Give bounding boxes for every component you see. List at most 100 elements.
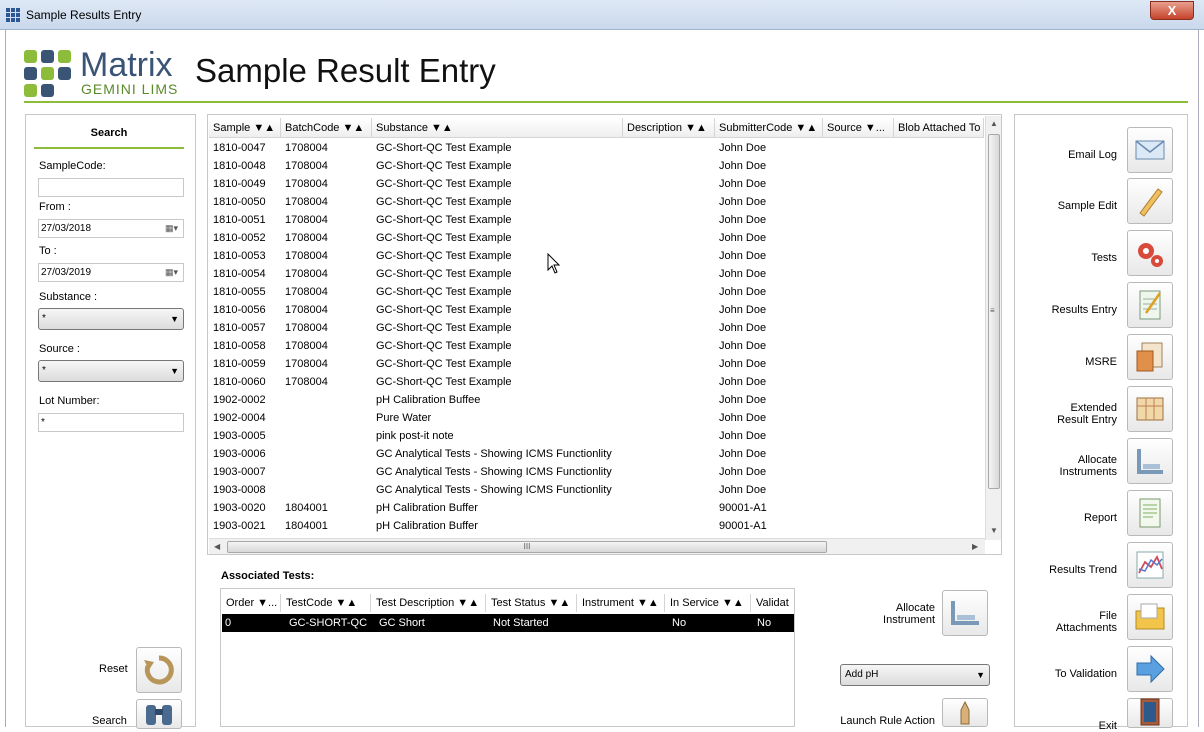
table-row[interactable]: 1810-0057 1708004 GC-Short-QC Test Example… bbox=[209, 319, 984, 337]
table-row[interactable]: 1902-0002 pH Calibration Buffee John Doe bbox=[209, 391, 984, 409]
calendar-dropdown-icon[interactable]: ▦▾ bbox=[165, 267, 181, 278]
table-row[interactable]: 1810-0055 1708004 GC-Short-QC Test Example… bbox=[209, 283, 984, 301]
cell-submittercode: 90001-A1 bbox=[719, 502, 767, 514]
cell-submittercode: John Doe bbox=[719, 466, 767, 478]
cell-sample: 1810-0050 bbox=[213, 196, 266, 208]
cell-blob bbox=[894, 391, 984, 409]
search-button[interactable] bbox=[136, 699, 182, 729]
cell-source bbox=[823, 211, 894, 229]
column-header-source[interactable]: Source ▼... bbox=[823, 118, 894, 138]
scroll-right-icon[interactable]: ▶ bbox=[972, 542, 978, 551]
table-row[interactable]: 1903-0007 GC Analytical Tests - Showing I… bbox=[209, 463, 984, 481]
actions-panel: Email Log Sample Edit Tests Results Entry MS… bbox=[1014, 114, 1188, 732]
table-row[interactable]: 1810-0060 1708004 GC-Short-QC Test Example… bbox=[209, 373, 984, 391]
cell-source bbox=[823, 499, 894, 517]
column-header-sample[interactable]: Sample ▼▲ bbox=[209, 118, 281, 138]
to-date-value: 27/03/2019 bbox=[41, 267, 92, 278]
action-button-8[interactable] bbox=[1127, 542, 1173, 588]
cell-substance: Pure Water bbox=[376, 412, 432, 424]
launch-rule-action-button[interactable] bbox=[942, 698, 988, 727]
table-row[interactable]: 1902-0004 Pure Water John Doe bbox=[209, 409, 984, 427]
cell-description bbox=[623, 301, 715, 319]
cell-blob bbox=[894, 301, 984, 319]
table-row[interactable]: 1810-0049 1708004 GC-Short-QC Test Example… bbox=[209, 175, 984, 193]
action-button-9[interactable] bbox=[1127, 594, 1173, 640]
table-row[interactable]: 1810-0056 1708004 GC-Short-QC Test Example… bbox=[209, 301, 984, 319]
vertical-scrollbar[interactable]: ▲ ≡ ▼ bbox=[985, 116, 1001, 540]
cell-submittercode: John Doe bbox=[719, 214, 767, 226]
table-row[interactable]: 1903-0008 GC Analytical Tests - Showing I… bbox=[209, 481, 984, 499]
table-row[interactable]: 1810-0050 1708004 GC-Short-QC Test Example… bbox=[209, 193, 984, 211]
cell-description bbox=[623, 463, 715, 481]
to-date-field[interactable]: 27/03/2019 ▦▾ bbox=[38, 263, 184, 282]
action-button-11[interactable] bbox=[1127, 698, 1173, 728]
action-button-3[interactable] bbox=[1127, 282, 1173, 328]
allocate-instrument-button[interactable] bbox=[942, 590, 988, 636]
horizontal-scrollbar[interactable]: ◀ III ▶ bbox=[209, 538, 985, 554]
cell-sample: 1810-0058 bbox=[213, 340, 266, 352]
cell-source bbox=[823, 265, 894, 283]
action-button-4[interactable] bbox=[1127, 334, 1173, 380]
scroll-thumb[interactable]: III bbox=[227, 541, 827, 553]
column-header-substance[interactable]: Substance ▼▲ bbox=[372, 118, 623, 138]
column-header-batchcode[interactable]: BatchCode ▼▲ bbox=[281, 118, 372, 138]
window-close-button[interactable]: X bbox=[1150, 1, 1194, 20]
report-icon bbox=[1139, 498, 1161, 528]
table-row[interactable]: 1810-0054 1708004 GC-Short-QC Test Example… bbox=[209, 265, 984, 283]
cell-blob bbox=[894, 247, 984, 265]
column-header-submittercode[interactable]: SubmitterCode ▼▲ bbox=[715, 118, 823, 138]
calendar-dropdown-icon[interactable]: ▦▾ bbox=[165, 223, 181, 234]
lot-number-input[interactable]: * bbox=[38, 413, 184, 432]
table-row[interactable]: 1903-0021 1804001 pH Calibration Buffer 900… bbox=[209, 517, 984, 535]
table-row[interactable]: 1810-0058 1708004 GC-Short-QC Test Example… bbox=[209, 337, 984, 355]
source-select[interactable]: * ▼ bbox=[38, 360, 184, 382]
table-row[interactable]: 1810-0053 1708004 GC-Short-QC Test Example… bbox=[209, 247, 984, 265]
column-header-validation[interactable]: Validat bbox=[751, 594, 794, 612]
column-header-test-status[interactable]: Test Status ▼▲ bbox=[486, 594, 577, 612]
cell-blob bbox=[894, 319, 984, 337]
scroll-up-icon[interactable]: ▲ bbox=[990, 119, 998, 128]
cell-blob bbox=[894, 211, 984, 229]
table-row[interactable]: 1810-0047 1708004 GC-Short-QC Test Example… bbox=[209, 139, 984, 157]
column-header-instrument[interactable]: Instrument ▼▲ bbox=[577, 594, 665, 612]
add-ph-select[interactable]: Add pH ▼ bbox=[840, 664, 990, 686]
cell-substance: GC-Short-QC Test Example bbox=[376, 160, 512, 172]
column-header-order[interactable]: Order ▼... bbox=[221, 594, 281, 612]
brand-name: Matrix bbox=[80, 46, 173, 84]
scroll-left-icon[interactable]: ◀ bbox=[214, 542, 220, 551]
from-date-field[interactable]: 27/03/2018 ▦▾ bbox=[38, 219, 184, 238]
sample-code-input[interactable] bbox=[38, 178, 184, 197]
table-row[interactable]: 1903-0005 pink post-it note John Doe bbox=[209, 427, 984, 445]
action-button-6[interactable] bbox=[1127, 438, 1173, 484]
table-row[interactable]: 0 GC-SHORT-QC GC Short Not Started No No bbox=[222, 614, 794, 632]
table-row[interactable]: 1903-0006 GC Analytical Tests - Showing I… bbox=[209, 445, 984, 463]
substance-select[interactable]: * ▼ bbox=[38, 308, 184, 330]
column-header-testcode[interactable]: TestCode ▼▲ bbox=[281, 594, 371, 612]
cell-source bbox=[823, 463, 894, 481]
scroll-down-icon[interactable]: ▼ bbox=[990, 526, 998, 535]
table-row[interactable]: 1810-0052 1708004 GC-Short-QC Test Example… bbox=[209, 229, 984, 247]
column-header-description[interactable]: Description ▼▲ bbox=[623, 118, 715, 138]
action-button-10[interactable] bbox=[1127, 646, 1173, 692]
action-button-5[interactable] bbox=[1127, 386, 1173, 432]
table-row[interactable]: 1810-0059 1708004 GC-Short-QC Test Example… bbox=[209, 355, 984, 373]
cell-blob bbox=[894, 499, 984, 517]
reset-button[interactable] bbox=[136, 647, 182, 693]
action-label-4: MSRE bbox=[1085, 356, 1117, 368]
column-header-test-description[interactable]: Test Description ▼▲ bbox=[371, 594, 486, 612]
table-row[interactable]: 1810-0048 1708004 GC-Short-QC Test Example… bbox=[209, 157, 984, 175]
action-button-7[interactable] bbox=[1127, 490, 1173, 536]
cell-validation: No bbox=[757, 617, 772, 629]
action-button-2[interactable] bbox=[1127, 230, 1173, 276]
rocket-icon bbox=[960, 700, 970, 724]
column-header-in-service[interactable]: In Service ▼▲ bbox=[665, 594, 751, 612]
cell-description bbox=[623, 319, 715, 337]
action-button-0[interactable] bbox=[1127, 127, 1173, 173]
action-button-1[interactable] bbox=[1127, 178, 1173, 224]
column-header-blob[interactable]: Blob Attached To bbox=[894, 118, 984, 138]
cell-blob bbox=[894, 337, 984, 355]
table-row[interactable]: 1810-0051 1708004 GC-Short-QC Test Example… bbox=[209, 211, 984, 229]
table-row[interactable]: 1903-0020 1804001 pH Calibration Buffer 900… bbox=[209, 499, 984, 517]
cell-batchcode bbox=[281, 445, 372, 463]
from-label: From : bbox=[39, 201, 71, 213]
